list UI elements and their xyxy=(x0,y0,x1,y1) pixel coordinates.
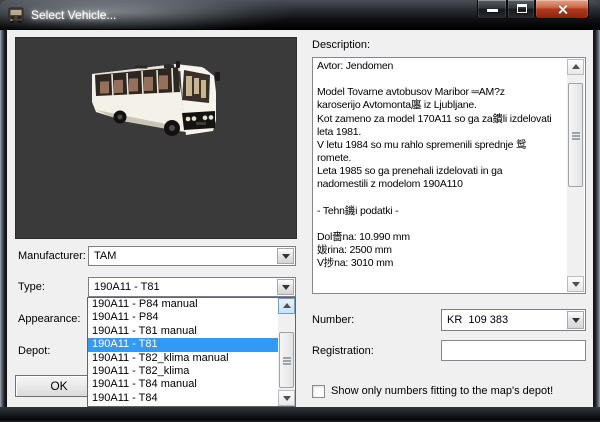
scroll-up-button[interactable] xyxy=(278,298,295,314)
description-textarea[interactable]: Avtor: Jendomen Model Tovarne avtobusov … xyxy=(312,57,586,294)
chevron-up-icon xyxy=(283,303,291,308)
type-option[interactable]: 190A11 - T84 manual xyxy=(88,378,278,391)
chevron-down-icon xyxy=(282,285,290,290)
scroll-thumb[interactable] xyxy=(279,332,294,388)
type-option[interactable]: 190A11 - T81 manual xyxy=(88,325,278,338)
type-label: Type: xyxy=(18,281,45,293)
thumb-grip xyxy=(572,132,580,134)
scroll-down-button[interactable] xyxy=(278,390,295,406)
minimize-button[interactable] xyxy=(477,0,507,19)
number-select[interactable]: KR 109 383 xyxy=(441,309,586,331)
titlebar: Select Vehicle... xyxy=(0,0,600,30)
window-title: Select Vehicle... xyxy=(31,8,116,22)
chevron-down-icon xyxy=(282,254,290,259)
scroll-down-button[interactable] xyxy=(567,276,584,292)
chevron-down-icon xyxy=(283,396,291,401)
type-option[interactable]: 190A11 - P84 xyxy=(88,311,278,324)
chevron-down-icon xyxy=(572,318,580,323)
registration-input[interactable] xyxy=(441,340,586,361)
type-option[interactable]: 190A11 - T81 xyxy=(88,338,278,351)
bus-preview-image xyxy=(88,58,222,146)
type-select[interactable]: 190A11 - T81 xyxy=(88,277,296,297)
window-border-bottom xyxy=(0,407,600,422)
depot-label: Depot: xyxy=(18,345,50,357)
scroll-up-button[interactable] xyxy=(567,59,584,75)
chevron-up-icon xyxy=(572,64,580,69)
manufacturer-select[interactable]: TAM xyxy=(88,246,296,266)
depot-filter-label[interactable]: Show only numbers fitting to the map's d… xyxy=(331,385,553,397)
registration-label: Registration: xyxy=(312,345,374,357)
close-button[interactable] xyxy=(535,0,589,19)
window-border-left xyxy=(0,30,7,407)
type-option[interactable]: 190A11 - T82_klima manual xyxy=(88,352,278,365)
scroll-thumb[interactable] xyxy=(568,83,583,187)
type-option[interactable]: 190A11 - P84 manual xyxy=(88,298,278,311)
select-vehicle-dialog: Select Vehicle... xyxy=(0,0,600,422)
number-label: Number: xyxy=(312,314,354,326)
maximize-icon xyxy=(517,4,527,13)
type-list-scrollbar[interactable] xyxy=(278,298,295,406)
description-scrollbar[interactable] xyxy=(567,59,584,292)
manufacturer-value: TAM xyxy=(94,250,116,262)
type-value: 190A11 - T81 xyxy=(94,281,160,293)
type-option-list: 190A11 - P84 manual190A11 - P84190A11 - … xyxy=(88,298,278,406)
number-dropdown-button[interactable] xyxy=(567,311,584,329)
description-label: Description: xyxy=(312,39,370,51)
type-dropdown-list: 190A11 - P84 manual190A11 - P84190A11 - … xyxy=(87,297,296,407)
manufacturer-dropdown-button[interactable] xyxy=(277,248,294,264)
appearance-label: Appearance: xyxy=(18,313,80,325)
minimize-icon xyxy=(487,9,498,12)
depot-filter-checkbox[interactable] xyxy=(312,385,325,398)
type-option[interactable]: 190A11 - T82_klima xyxy=(88,365,278,378)
bus-icon xyxy=(7,6,25,24)
thumb-grip xyxy=(283,357,291,359)
number-value: KR 109 383 xyxy=(447,314,508,326)
type-option[interactable]: 190A11 - T84 xyxy=(88,392,278,405)
description-text: Avtor: Jendomen Model Tovarne avtobusov … xyxy=(317,60,566,291)
maximize-button[interactable] xyxy=(507,0,535,19)
chevron-down-icon xyxy=(572,282,580,287)
manufacturer-label: Manufacturer: xyxy=(18,250,86,262)
type-dropdown-button[interactable] xyxy=(277,279,294,295)
close-icon xyxy=(557,4,568,15)
window-border-right xyxy=(593,30,600,407)
